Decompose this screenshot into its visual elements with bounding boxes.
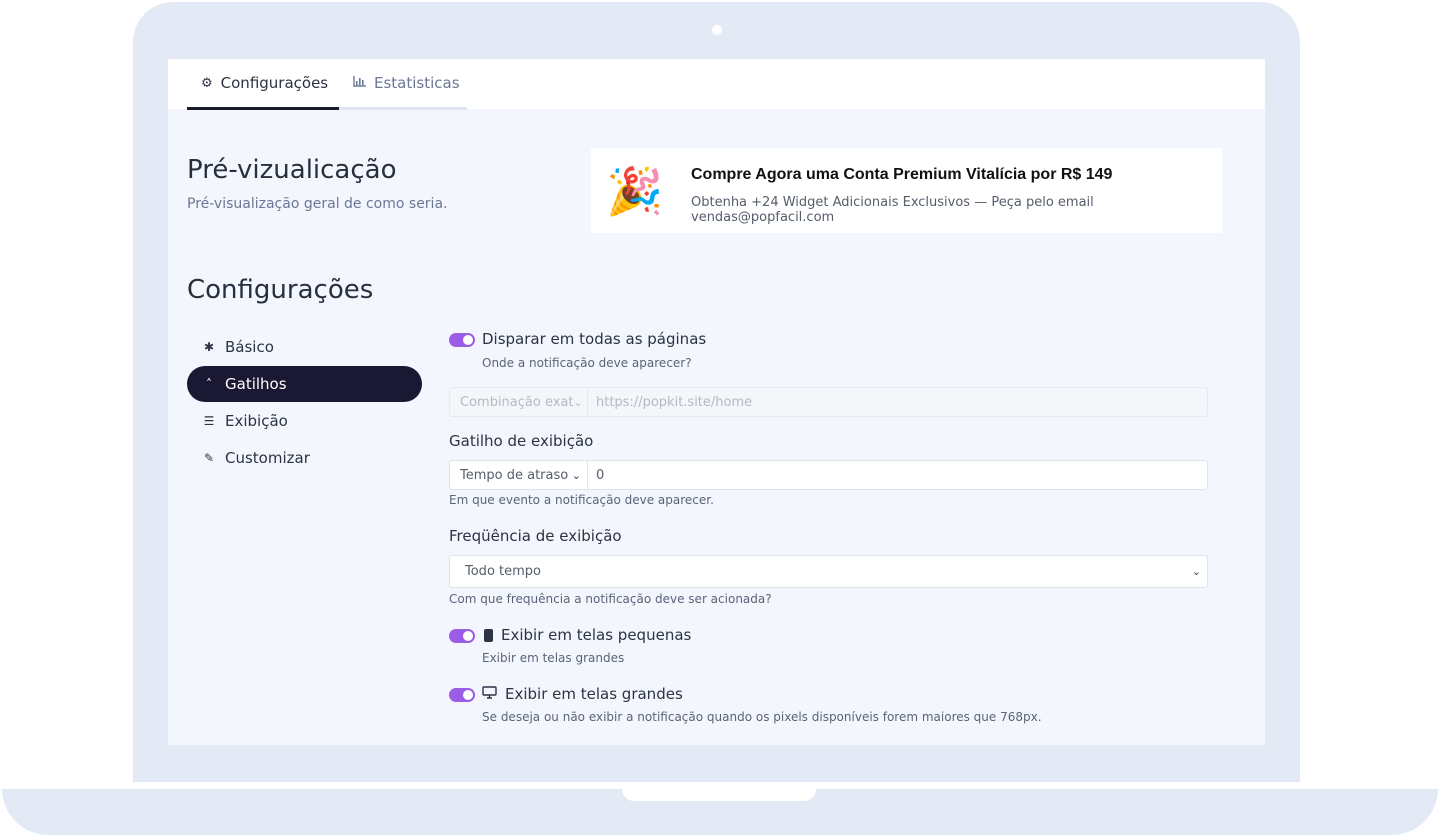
bar-chart-icon (353, 75, 366, 91)
preview-subheading: Pré-visualização geral de como seria. (187, 196, 448, 212)
sidebar-item-label: Gatilhos (225, 375, 287, 393)
sidebar-item-customizar[interactable]: ✎ Customizar (187, 440, 422, 476)
tab-label: Estatisticas (374, 74, 460, 92)
tab-estatisticas[interactable]: Estatisticas (339, 59, 467, 110)
large-screens-help: Se deseja ou não exibir a notificação qu… (482, 710, 1042, 724)
url-rule-group: Combinação exat ⌄ https://popkit.site/ho… (449, 387, 1208, 417)
all-pages-help: Onde a notificação deve aparecer? (482, 356, 692, 370)
small-screens-option: Exibir em telas pequenas (484, 626, 691, 644)
trigger-group: Tempo de atraso ⌄ 0 (449, 460, 1208, 490)
chevron-up-icon: ˄ (206, 377, 212, 391)
trigger-label: Gatilho de exibição (449, 432, 594, 450)
frequency-label: Freqüência de exibição (449, 527, 622, 545)
app-screen: ⚙ Configurações Estatisticas Pré-vizuali… (168, 59, 1265, 745)
trigger-select-value: Tempo de atraso (460, 467, 569, 483)
tab-configuracoes[interactable]: ⚙ Configurações (187, 59, 339, 110)
chevron-down-icon: ⌄ (571, 468, 581, 482)
sidebar-item-label: Básico (225, 338, 274, 356)
small-screens-toggle[interactable] (449, 629, 475, 643)
trigger-value-input[interactable]: 0 (588, 461, 1207, 489)
brush-icon: ✎ (203, 451, 215, 465)
camera-dot (712, 25, 722, 35)
trigger-help: Em que evento a notificação deve aparece… (449, 493, 714, 507)
all-pages-label: Disparar em todas as páginas (482, 330, 707, 348)
gear-icon: ✱ (203, 340, 215, 354)
trigger-select[interactable]: Tempo de atraso ⌄ (450, 461, 588, 489)
sidebar-item-label: Exibição (225, 412, 288, 430)
url-match-value: Combinação exat (460, 394, 574, 410)
notification-preview-card[interactable]: 🎉 Compre Agora uma Conta Premium Vitalíc… (591, 148, 1222, 233)
sidebar-item-gatilhos[interactable]: ˄ Gatilhos (187, 366, 422, 402)
small-screens-label: Exibir em telas pequenas (501, 626, 692, 644)
sidebar-item-label: Customizar (225, 449, 310, 467)
preview-card-description: Obtenha +24 Widget Adicionais Exclusivos… (691, 195, 1094, 225)
preview-card-title: Compre Agora uma Conta Premium Vitalícia… (691, 166, 1113, 183)
desktop-icon (482, 685, 497, 703)
preview-heading: Pré-vizualicação (187, 155, 397, 185)
frequency-select[interactable]: Todo tempo ⌄ (449, 555, 1208, 588)
url-match-select[interactable]: Combinação exat ⌄ (450, 388, 588, 416)
laptop-notch (622, 789, 816, 801)
chevron-down-icon: ⌄ (573, 395, 583, 409)
sidebar-item-exibicao[interactable]: ☰ Exibição (187, 403, 422, 439)
large-screens-option: Exibir em telas grandes (482, 685, 683, 703)
tab-label: Configurações (220, 74, 329, 92)
party-popper-icon: 🎉 (606, 164, 664, 218)
small-screens-help: Exibir em telas grandes (482, 651, 625, 665)
all-pages-toggle[interactable] (449, 333, 475, 347)
tab-bar: ⚙ Configurações Estatisticas (168, 59, 1265, 110)
sidebar-item-basico[interactable]: ✱ Básico (187, 329, 422, 365)
url-input[interactable]: https://popkit.site/home (588, 388, 1207, 416)
mobile-icon (484, 628, 493, 642)
large-screens-toggle[interactable] (449, 688, 475, 702)
frequency-help: Com que frequência a notificação deve se… (449, 592, 772, 606)
frequency-select-value: Todo tempo (465, 564, 541, 579)
config-heading: Configurações (187, 275, 374, 305)
large-screens-label: Exibir em telas grandes (505, 685, 683, 703)
gears-icon: ⚙ (201, 75, 213, 91)
sliders-icon: ☰ (203, 414, 215, 428)
chevron-down-icon: ⌄ (1191, 565, 1201, 578)
